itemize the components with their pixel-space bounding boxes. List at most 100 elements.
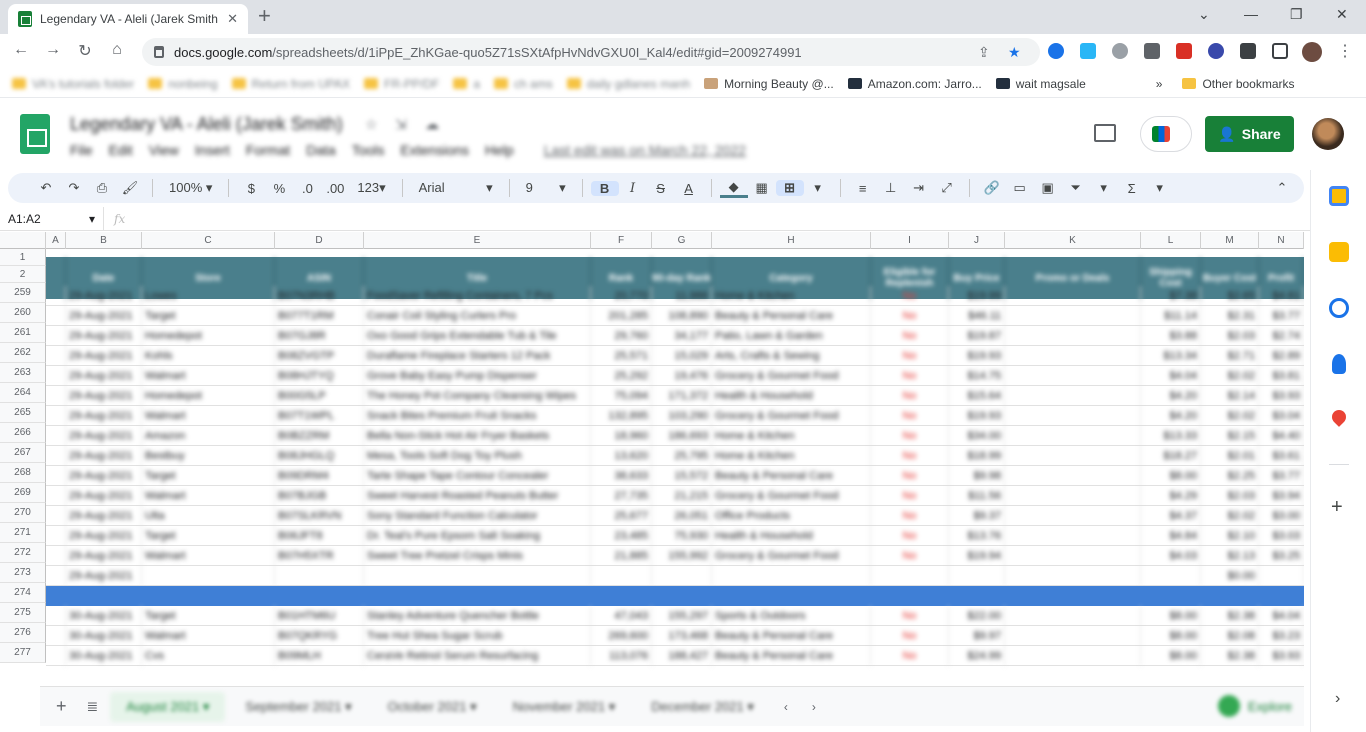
table-row[interactable]: 29-Aug-2021 Walmart B07T1WPL Snack Bites Pr… xyxy=(46,406,1304,426)
table-cell[interactable]: 21,215 xyxy=(652,486,712,506)
table-cell[interactable]: B07SLKRVN xyxy=(275,506,364,526)
menu-data[interactable]: Data xyxy=(306,142,336,158)
table-cell[interactable] xyxy=(1005,526,1141,546)
row-header[interactable]: 277 xyxy=(0,643,46,663)
table-cell[interactable]: B08HJTYQ xyxy=(275,366,364,386)
table-cell[interactable]: Grocery & Gourmet Food xyxy=(712,546,871,566)
keep-icon[interactable] xyxy=(1329,242,1349,262)
table-cell[interactable]: Office Products xyxy=(712,506,871,526)
column-header[interactable]: L xyxy=(1141,232,1201,249)
table-cell[interactable]: Mesa, Tools Soft Dog Toy Plush xyxy=(364,446,591,466)
table-cell[interactable]: Sweet Harvest Roasted Peanuts Butter xyxy=(364,486,591,506)
table-cell[interactable]: Bestbuy xyxy=(142,446,275,466)
table-row[interactable]: 29-Aug-2021 Amazon B0BZZRM Bella Non-Stick … xyxy=(46,426,1304,446)
last-edit-link[interactable]: Last edit was on March 22, 2022 xyxy=(544,142,746,158)
table-cell[interactable]: $2.03 xyxy=(1201,326,1259,346)
scroll-tabs-left-icon[interactable]: ‹ xyxy=(774,700,798,714)
table-cell[interactable] xyxy=(1005,286,1141,306)
table-cell[interactable]: Home & Kitchen xyxy=(712,286,871,306)
table-cell[interactable]: 23,485 xyxy=(591,526,652,546)
table-cell[interactable]: $3.23 xyxy=(1259,626,1304,646)
table-cell[interactable]: 29-Aug-2021 xyxy=(66,566,142,586)
table-cell[interactable]: $18.99 xyxy=(949,446,1005,466)
account-avatar[interactable] xyxy=(1312,118,1344,150)
table-cell[interactable]: B07BJGB xyxy=(275,486,364,506)
column-header[interactable]: J xyxy=(949,232,1005,249)
move-icon[interactable]: ⇲ xyxy=(395,116,407,133)
table-cell[interactable]: 29-Aug-2021 xyxy=(66,426,142,446)
table-cell[interactable] xyxy=(46,626,66,646)
table-cell[interactable]: 29-Aug-2021 xyxy=(66,466,142,486)
table-cell[interactable]: $2.10 xyxy=(1201,526,1259,546)
chevron-down-icon[interactable]: ▾ xyxy=(804,180,832,196)
home-icon[interactable]: ⌂ xyxy=(106,41,128,59)
fill-color-icon[interactable]: ◆ xyxy=(719,179,748,198)
select-all-corner[interactable] xyxy=(0,232,46,249)
table-cell[interactable] xyxy=(1005,546,1141,566)
address-bar[interactable]: docs.google.com/spreadsheets/d/1iPpE_ZhK… xyxy=(142,38,1040,66)
extension-chart-icon[interactable] xyxy=(1144,43,1160,59)
row-header[interactable]: 261 xyxy=(0,323,46,343)
text-wrap-icon[interactable]: ⇥ xyxy=(905,180,933,196)
table-cell[interactable]: 29-Aug-2021 xyxy=(66,526,142,546)
table-cell[interactable]: $9.37 xyxy=(949,506,1005,526)
table-cell[interactable] xyxy=(46,486,66,506)
restore-icon[interactable]: ❐ xyxy=(1290,6,1303,23)
add-sheet-icon[interactable]: + xyxy=(48,696,75,717)
column-header[interactable]: K xyxy=(1005,232,1141,249)
row-header[interactable]: 270 xyxy=(0,503,46,523)
table-cell[interactable]: $8.00 xyxy=(1141,606,1201,626)
bookmark-item[interactable]: Morning Beauty @... xyxy=(704,77,834,91)
table-cell[interactable]: B00G5LP xyxy=(275,386,364,406)
table-cell[interactable]: $2.25 xyxy=(1201,466,1259,486)
table-cell[interactable]: 103,290 xyxy=(652,406,712,426)
table-cell[interactable] xyxy=(1005,366,1141,386)
table-cell[interactable] xyxy=(1005,466,1141,486)
column-header[interactable]: C xyxy=(142,232,275,249)
table-cell[interactable] xyxy=(1005,566,1141,586)
table-cell[interactable]: Target xyxy=(142,466,275,486)
table-cell[interactable] xyxy=(1005,306,1141,326)
table-cell[interactable]: $4.20 xyxy=(1141,386,1201,406)
table-cell[interactable] xyxy=(46,446,66,466)
functions-button[interactable]: Σ xyxy=(1118,181,1146,196)
table-cell[interactable]: Walmart xyxy=(142,406,275,426)
table-cell[interactable] xyxy=(46,546,66,566)
table-cell[interactable]: 155,992 xyxy=(652,546,712,566)
table-cell[interactable]: No xyxy=(871,406,949,426)
table-cell[interactable]: 75,930 xyxy=(652,526,712,546)
table-cell[interactable]: Walmart xyxy=(142,546,275,566)
table-row[interactable]: 29-Aug-2021 Lowes B07N3RHB FoodSaver Refill… xyxy=(46,286,1304,306)
table-cell[interactable]: B07H5XTR xyxy=(275,546,364,566)
table-cell[interactable] xyxy=(1259,566,1304,586)
table-cell[interactable]: 15,029 xyxy=(652,346,712,366)
table-cell[interactable]: 29-Aug-2021 xyxy=(66,486,142,506)
table-cell[interactable]: $3.04 xyxy=(1259,406,1304,426)
contacts-icon[interactable] xyxy=(1332,354,1346,374)
table-cell[interactable]: B07T1WPL xyxy=(275,406,364,426)
table-cell[interactable]: 29-Aug-2021 xyxy=(66,386,142,406)
table-cell[interactable]: Tarte Shape Tape Contour Concealer xyxy=(364,466,591,486)
table-cell[interactable]: $4.04 xyxy=(1259,606,1304,626)
table-cell[interactable]: Patio, Lawn & Garden xyxy=(712,326,871,346)
table-cell[interactable]: No xyxy=(871,646,949,666)
table-cell[interactable] xyxy=(1005,386,1141,406)
sheet-tab[interactable]: November 2021 ▾ xyxy=(497,692,632,722)
table-cell[interactable] xyxy=(712,566,871,586)
table-cell[interactable] xyxy=(1005,446,1141,466)
table-cell[interactable]: 30-Aug-2021 xyxy=(66,626,142,646)
table-cell[interactable]: 29-Aug-2021 xyxy=(66,346,142,366)
row-header[interactable]: 263 xyxy=(0,363,46,383)
browser-tab[interactable]: Legendary VA - Aleli (Jarek Smith ✕ xyxy=(8,4,248,34)
table-cell[interactable]: Target xyxy=(142,306,275,326)
table-cell[interactable]: $4.84 xyxy=(1141,526,1201,546)
table-cell[interactable]: $3.61 xyxy=(1259,446,1304,466)
table-cell[interactable]: $2.89 xyxy=(1259,346,1304,366)
table-cell[interactable]: 29-Aug-2021 xyxy=(66,286,142,306)
table-cell[interactable]: 29-Aug-2021 xyxy=(66,506,142,526)
merge-cells-icon[interactable]: ⊞ xyxy=(775,180,804,196)
table-cell[interactable]: No xyxy=(871,626,949,646)
table-cell[interactable] xyxy=(1005,606,1141,626)
table-cell[interactable] xyxy=(1005,626,1141,646)
maps-icon[interactable] xyxy=(1329,407,1349,427)
